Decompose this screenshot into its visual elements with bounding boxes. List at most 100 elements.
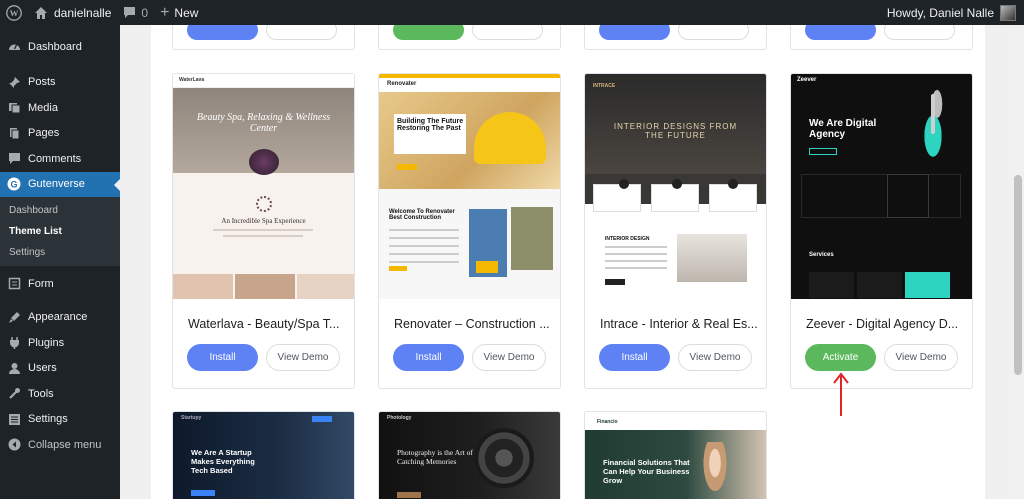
annotation-arrow-icon <box>833 372 849 416</box>
sidebar-item-label: Gutenverse <box>28 178 85 191</box>
theme-card-photology: Photology Photography is the Art of Catc… <box>378 411 561 499</box>
view-demo-button[interactable]: View Demo <box>472 344 546 371</box>
thumbnail-subheadline: An Incredible Spa Experience <box>221 217 306 225</box>
submenu-theme-list[interactable]: Theme List <box>0 221 120 242</box>
form-icon <box>7 277 21 291</box>
theme-card-intrace: INTRACE INTERIOR DESIGNS FROM THE FUTURE… <box>584 73 767 389</box>
wordpress-logo-icon[interactable]: W <box>0 0 28 25</box>
install-button[interactable]: Install <box>187 344 258 371</box>
thumbnail-subheadline: Welcome To Renovater Best Construction <box>389 209 455 221</box>
theme-thumbnail[interactable]: WaterLava Beauty Spa, Relaxing & Wellnes… <box>173 74 354 299</box>
pin-icon <box>7 75 21 89</box>
page-scrollbar[interactable] <box>1012 25 1024 499</box>
theme-card-partial <box>584 25 767 50</box>
theme-card-financio: Financio Financial Solutions That Can He… <box>584 411 767 499</box>
thumbnail-subheadline: INTERIOR DESIGN <box>605 236 650 242</box>
sidebar-item-label: Dashboard <box>28 40 82 53</box>
install-button[interactable]: Install <box>599 344 670 371</box>
install-button[interactable] <box>805 25 876 40</box>
tools-icon <box>7 387 21 401</box>
site-name-link[interactable]: danielnalle <box>28 0 117 25</box>
theme-card-waterlava: WaterLava Beauty Spa, Relaxing & Wellnes… <box>172 73 355 389</box>
greeting: Howdy, Daniel Nalle <box>886 5 994 20</box>
svg-text:W: W <box>10 8 19 18</box>
sidebar-item-plugins[interactable]: Plugins <box>0 330 120 356</box>
plugins-icon <box>7 336 21 350</box>
thumbnail-brand: Financio <box>597 419 618 425</box>
thumbnail-brand: Startupy <box>181 415 202 421</box>
sidebar-item-gutenverse[interactable]: G Gutenverse <box>0 171 120 197</box>
gutenverse-icon: G <box>7 177 21 191</box>
sidebar-item-label: Media <box>28 101 58 114</box>
submenu-dashboard[interactable]: Dashboard <box>0 200 120 221</box>
new-content-link[interactable]: + New <box>154 0 204 25</box>
theme-card-partial <box>790 25 973 50</box>
view-demo-button[interactable] <box>678 25 749 40</box>
sidebar-item-dashboard[interactable]: Dashboard <box>0 34 120 60</box>
theme-thumbnail[interactable]: Photology Photography is the Art of Catc… <box>379 412 560 499</box>
settings-icon <box>7 412 21 426</box>
view-demo-button[interactable]: View Demo <box>266 344 340 371</box>
view-demo-button[interactable] <box>472 25 543 40</box>
theme-title: Waterlava - Beauty/Spa T... <box>188 317 340 331</box>
sidebar-item-label: Posts <box>28 76 56 89</box>
view-demo-button[interactable] <box>884 25 955 40</box>
scrollbar-thumb[interactable] <box>1014 175 1022 375</box>
thumbnail-brand: Photology <box>387 415 412 421</box>
thumbnail-headline: INTERIOR DESIGNS FROM THE FUTURE <box>613 122 738 140</box>
my-account[interactable]: Howdy, Daniel Nalle <box>886 4 1024 21</box>
sidebar-item-label: Collapse menu <box>28 438 102 451</box>
sidebar-item-label: Tools <box>28 387 54 400</box>
view-demo-button[interactable]: View Demo <box>884 344 958 371</box>
theme-thumbnail[interactable]: Startupy We Are A Startup Makes Everythi… <box>173 412 354 499</box>
sidebar-item-label: Pages <box>28 127 60 140</box>
thumbnail-headline: Building The Future Restoring The Past <box>397 118 464 132</box>
sidebar-item-appearance[interactable]: Appearance <box>0 305 120 331</box>
theme-card-partial <box>172 25 355 50</box>
sidebar-item-settings[interactable]: Settings <box>0 407 120 433</box>
sidebar-item-label: Comments <box>28 152 82 165</box>
new-label: New <box>174 5 199 20</box>
thumbnail-headline: Beauty Spa, Relaxing & Wellness Center <box>196 112 331 134</box>
theme-thumbnail[interactable]: Renovater Building The Future Restoring … <box>379 74 560 299</box>
sidebar-item-label: Users <box>28 362 57 375</box>
admin-sidebar: Dashboard Posts Media Pages Comments G G… <box>0 25 120 499</box>
users-icon <box>7 361 21 375</box>
sidebar-item-form[interactable]: Form <box>0 271 120 297</box>
install-button[interactable] <box>187 25 258 40</box>
sidebar-item-pages[interactable]: Pages <box>0 121 120 147</box>
sidebar-item-users[interactable]: Users <box>0 356 120 382</box>
thumbnail-brand: INTRACE <box>593 83 616 89</box>
submenu-settings[interactable]: Settings <box>0 242 120 263</box>
sidebar-item-label: Appearance <box>28 311 88 324</box>
activate-button[interactable]: Activate <box>805 344 876 371</box>
sidebar-item-tools[interactable]: Tools <box>0 381 120 407</box>
install-button[interactable]: Install <box>393 344 464 371</box>
thumbnail-brand: Renovater <box>387 81 417 87</box>
theme-thumbnail[interactable]: Zeever We Are Digital Agency Services <box>791 74 972 299</box>
pages-icon <box>7 126 21 140</box>
theme-title: Intrace - Interior & Real Es... <box>600 317 758 331</box>
view-demo-button[interactable]: View Demo <box>678 344 752 371</box>
sidebar-item-posts[interactable]: Posts <box>0 70 120 96</box>
view-demo-button[interactable] <box>266 25 337 40</box>
thumbnail-headline: We Are A Startup Makes Everything Tech B… <box>191 448 255 475</box>
theme-title: Zeever - Digital Agency D... <box>806 317 959 331</box>
collapse-menu-button[interactable]: Collapse menu <box>0 432 120 458</box>
comments-link[interactable]: 0 <box>117 0 154 25</box>
thumbnail-brand: Zeever <box>797 77 817 83</box>
admin-bar: W danielnalle 0 + New Howdy, Daniel Nall… <box>0 0 1024 25</box>
thumbnail-brand: WaterLava <box>179 77 205 83</box>
main-content: WaterLava Beauty Spa, Relaxing & Wellnes… <box>120 25 1012 499</box>
sidebar-item-label: Form <box>28 277 54 290</box>
sidebar-item-label: Settings <box>28 413 68 426</box>
sidebar-item-comments[interactable]: Comments <box>0 146 120 172</box>
theme-thumbnail[interactable]: INTRACE INTERIOR DESIGNS FROM THE FUTURE… <box>585 74 766 299</box>
dashboard-icon <box>7 40 21 54</box>
activate-button[interactable] <box>393 25 464 40</box>
theme-thumbnail[interactable]: Financio Financial Solutions That Can He… <box>585 412 766 499</box>
sidebar-item-media[interactable]: Media <box>0 95 120 121</box>
install-button[interactable] <box>599 25 670 40</box>
gutenverse-submenu: Dashboard Theme List Settings <box>0 197 120 266</box>
thumbnail-subheadline: Services <box>809 252 834 258</box>
